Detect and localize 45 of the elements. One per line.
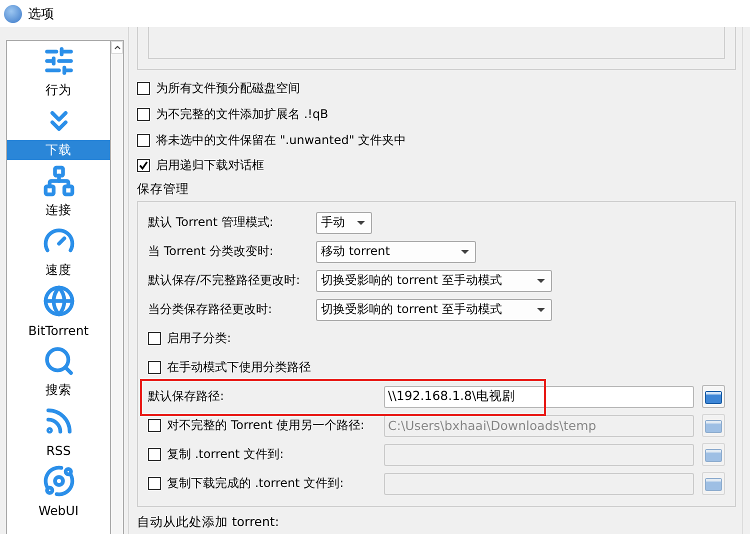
dropdown[interactable]: 移动 torrent [316,240,476,263]
option-label: 启用递归下载对话框 [156,157,264,174]
section-title: 保存管理 [137,180,190,198]
field-label: 默认 Torrent 管理模式: [148,214,274,232]
sidebar-item[interactable]: 行为 [7,41,110,101]
checkbox[interactable] [137,134,150,147]
search-icon [42,344,74,376]
option-label: 复制下载完成的 .torrent 文件到: [167,475,344,492]
checkbox[interactable] [148,361,161,374]
sidebar-item[interactable]: WebUI [7,461,110,521]
globe-icon [42,284,74,316]
sidebar-item[interactable]: RSS [7,401,110,461]
dropdown[interactable]: 切换受影响的 torrent 至手动模式 [316,298,552,321]
app-icon [4,4,22,22]
section-title: 自动从此处添加 torrent: [137,513,280,532]
field-label: 默认保存路径: [148,388,226,406]
sidebar-item[interactable]: 搜索 [7,341,110,401]
path-field[interactable]: \\192.168.1.8\电视剧 [384,386,694,408]
sidebar-item[interactable]: 速度 [7,221,110,281]
option-label: 启用子分类: [167,330,232,348]
scroll-up-button[interactable] [111,41,123,54]
checkbox[interactable] [137,159,150,172]
dropdown[interactable]: 切换受影响的 torrent 至手动模式 [316,270,552,292]
planet-icon [42,464,74,496]
option-label: 为所有文件预分配磁盘空间 [156,80,300,98]
sidebar-item[interactable]: BitTorrent [7,281,110,341]
network-icon [42,164,74,196]
sliders-icon [42,44,74,76]
option-label: 复制 .torrent 文件到: [167,446,284,464]
window-title: 选项 [28,6,54,22]
checkbox[interactable] [148,332,161,346]
option-label: 将未选中的文件保留在 ".unwanted" 文件夹中 [156,132,406,149]
checkbox[interactable] [137,108,150,121]
sidebar-item[interactable]: 下载 [7,101,110,161]
option-label: 为不完整的文件添加扩展名 .!qB [156,106,328,123]
checkbox[interactable] [137,82,150,96]
field-label: 默认保存/不完整路径更改时: [148,272,302,290]
field-label: 当分类保存路径更改时: [148,301,274,318]
option-label: 在手动模式下使用分类路径 [167,359,311,376]
option-label: 对不完整的 Torrent 使用另一个路径: [167,417,364,434]
browse-button[interactable] [702,385,725,408]
dropdown[interactable]: 手动 [316,212,372,234]
chevron-up-icon [112,43,122,52]
field-label: 当 Torrent 分类改变时: [148,243,274,260]
sidebar-item[interactable]: 连接 [7,161,110,221]
